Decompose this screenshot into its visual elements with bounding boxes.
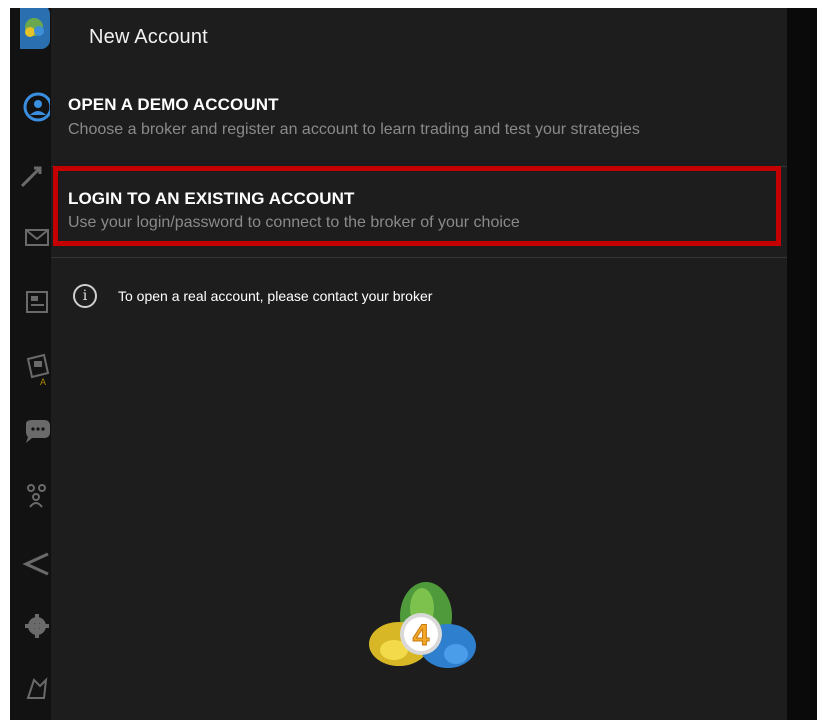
svg-text:A: A bbox=[40, 377, 46, 387]
info-row: i To open a real account, please contact… bbox=[73, 282, 673, 312]
accounts-icon[interactable] bbox=[20, 92, 50, 122]
app-screen: A New Account OPEN A DEMO ACCOUNT Choose… bbox=[10, 8, 817, 720]
demo-account-heading: OPEN A DEMO ACCOUNT bbox=[68, 95, 279, 114]
logo-numeral: 4 bbox=[413, 619, 430, 652]
messages-icon[interactable] bbox=[20, 548, 50, 578]
page-title: New Account bbox=[89, 26, 208, 48]
metatrader-logo: 4 bbox=[366, 574, 476, 678]
chat-icon[interactable] bbox=[20, 416, 50, 446]
background-strip bbox=[787, 8, 817, 720]
divider bbox=[51, 257, 787, 258]
tradays-icon[interactable]: A bbox=[20, 353, 50, 387]
info-icon: i bbox=[73, 284, 97, 308]
mail-icon[interactable] bbox=[20, 222, 50, 252]
navigation-rail: A bbox=[10, 8, 50, 720]
open-demo-account-item[interactable]: OPEN A DEMO ACCOUNT Choose a broker and … bbox=[51, 85, 787, 175]
demo-account-description: Choose a broker and register an account … bbox=[68, 121, 640, 138]
community-icon[interactable] bbox=[20, 480, 50, 510]
new-account-panel: New Account OPEN A DEMO ACCOUNT Choose a… bbox=[51, 8, 787, 720]
trade-icon[interactable] bbox=[20, 160, 50, 190]
highlight-box bbox=[53, 166, 781, 246]
settings-icon[interactable] bbox=[20, 611, 50, 641]
traders-icon[interactable] bbox=[20, 674, 50, 704]
app-logo-icon[interactable] bbox=[20, 8, 50, 49]
news-icon[interactable] bbox=[20, 286, 50, 316]
info-text: To open a real account, please contact y… bbox=[118, 288, 433, 304]
